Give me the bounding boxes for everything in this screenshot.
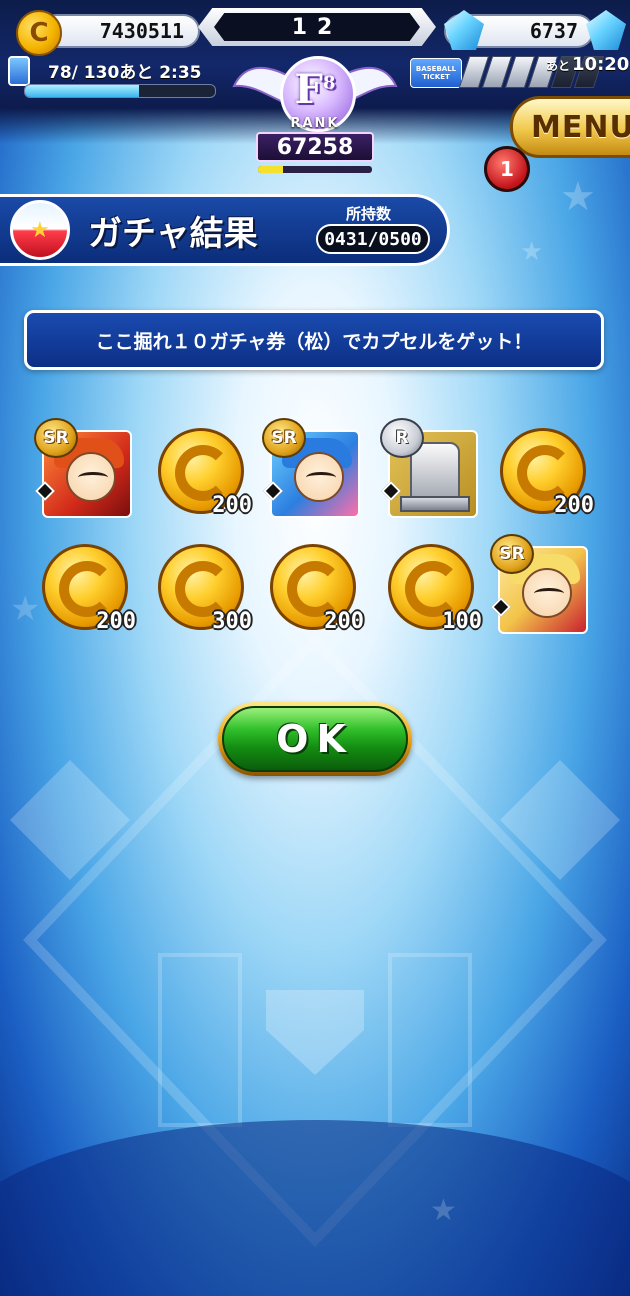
coin-reward-8[interactable]: 200 bbox=[266, 540, 364, 636]
character-portrait bbox=[66, 452, 116, 502]
coin-amount: 300 bbox=[212, 609, 252, 634]
coin-counter[interactable]: 7430511 bbox=[40, 14, 200, 48]
rank-word: RANK bbox=[290, 116, 340, 131]
coin-amount: 200 bbox=[212, 493, 252, 518]
rarity-badge: R bbox=[380, 418, 424, 458]
coin-reward-6[interactable]: 200 bbox=[38, 540, 136, 636]
menu-button[interactable]: MENU bbox=[510, 96, 630, 158]
rank-emblem[interactable]: F8 RANK 67258 bbox=[228, 46, 402, 168]
owned-count: 0431/0500 bbox=[316, 224, 430, 254]
gem-count: 6737 bbox=[529, 19, 578, 43]
baseball-ticket-icon: BASEBALL TICKET bbox=[410, 58, 462, 88]
character-portrait bbox=[294, 452, 344, 502]
card-reward-10[interactable]: SR bbox=[490, 534, 590, 636]
coin-amount: 100 bbox=[442, 609, 482, 634]
ticket-timer-value: 10:20 bbox=[572, 54, 630, 75]
coin-reward-5[interactable]: 200 bbox=[496, 424, 594, 520]
svg-text:★: ★ bbox=[560, 174, 596, 220]
stamina-text: 78/ 130あと 2:35 bbox=[48, 63, 202, 83]
coin-reward-7[interactable]: 300 bbox=[154, 540, 252, 636]
character-portrait bbox=[522, 568, 572, 618]
owned-count-label: 所持数 bbox=[346, 205, 392, 223]
svg-text:★: ★ bbox=[10, 589, 40, 629]
coin-icon: C bbox=[16, 10, 62, 56]
rarity-badge: SR bbox=[490, 534, 534, 574]
rank-progress-fill bbox=[258, 166, 284, 173]
ticket-timer: あと 10:20 bbox=[546, 54, 629, 75]
card-reward-3[interactable]: SR bbox=[262, 418, 362, 520]
coin-reward-9[interactable]: 100 bbox=[384, 540, 482, 636]
player-level: 12 bbox=[214, 13, 420, 41]
coin-amount: 200 bbox=[554, 493, 594, 518]
rank-points: 67258 bbox=[256, 132, 374, 162]
rank-progress-bar bbox=[258, 166, 372, 173]
svg-text:★: ★ bbox=[430, 1193, 457, 1228]
top-status-bar: 7430511 C 12 6737 78/ 130あと 2:35 BASEBAL… bbox=[0, 0, 630, 192]
result-message: ここ掘れ１０ガチャ券（松）でカプセルをゲット！ bbox=[24, 310, 604, 370]
ok-button-label: OK bbox=[222, 706, 408, 772]
rank-letter: F8 bbox=[294, 66, 336, 113]
stamina-fill bbox=[25, 85, 139, 97]
coin-count: 7430511 bbox=[99, 19, 184, 43]
star-icon: ★ bbox=[30, 218, 50, 243]
ok-button[interactable]: OK bbox=[218, 702, 412, 776]
stamina-icon bbox=[8, 56, 30, 86]
notification-badge[interactable]: 1 bbox=[484, 146, 530, 192]
rarity-badge: SR bbox=[262, 418, 306, 458]
coin-reward-2[interactable]: 200 bbox=[154, 424, 252, 520]
card-reward-4[interactable]: R bbox=[380, 418, 480, 520]
rarity-badge: SR bbox=[34, 418, 78, 458]
svg-text:★: ★ bbox=[520, 237, 543, 267]
card-reward-1[interactable]: SR bbox=[34, 418, 134, 520]
coin-amount: 200 bbox=[324, 609, 364, 634]
coin-amount: 200 bbox=[96, 609, 136, 634]
stamina-bar bbox=[24, 84, 216, 98]
ticket-timer-prefix: あと bbox=[546, 59, 571, 73]
page-title: ガチャ結果 bbox=[88, 214, 258, 254]
